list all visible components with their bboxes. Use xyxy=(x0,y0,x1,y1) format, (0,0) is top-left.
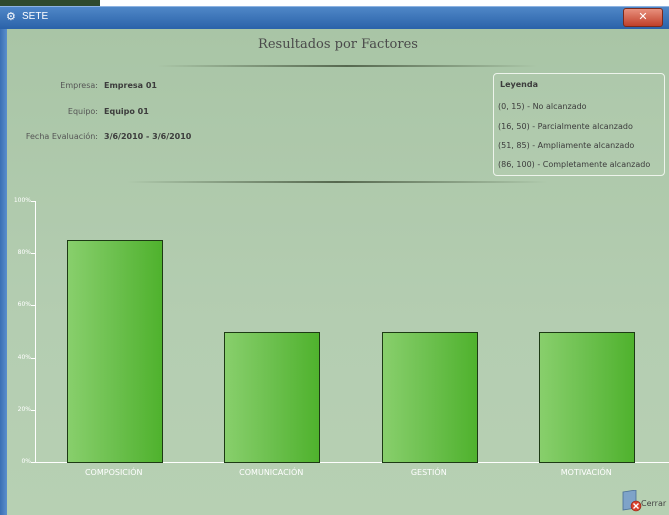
legend-title: Leyenda xyxy=(500,80,538,89)
x-category-label: COMPOSICIÓN xyxy=(84,468,143,477)
y-tick-mark xyxy=(31,462,35,463)
fecha-label: Fecha Evaluación: xyxy=(25,132,98,141)
bar-3 xyxy=(539,331,636,463)
legend-item: (51, 85) - Ampliamente alcanzado xyxy=(498,141,635,150)
equipo-value: Equipo 01 xyxy=(104,107,149,116)
y-tick-mark xyxy=(31,305,35,307)
window-title: SETE xyxy=(22,11,49,22)
bar-2 xyxy=(381,331,478,463)
y-tick-label: 20% xyxy=(17,405,31,413)
empresa-label: Empresa: xyxy=(60,81,98,90)
window-titlebar[interactable]: ⚙ SETE ✕ xyxy=(0,6,669,29)
cerrar-label: Cerrar xyxy=(641,499,667,508)
bar-1 xyxy=(224,331,321,463)
page-title: Resultados por Factores xyxy=(258,37,418,52)
legend-item: (86, 100) - Completamente alcanzado xyxy=(498,160,651,169)
close-window-icon xyxy=(622,490,642,512)
fecha-value: 3/6/2010 - 3/6/2010 xyxy=(104,132,192,141)
empresa-value: Empresa 01 xyxy=(104,81,157,90)
header-divider xyxy=(127,181,547,183)
y-tick-label: 80% xyxy=(17,249,31,257)
x-category-label: COMUNICACIÓN xyxy=(239,468,304,477)
y-tick-mark xyxy=(31,201,35,202)
app-icon: ⚙ xyxy=(6,10,16,23)
legend-item: (16, 50) - Parcialmente alcanzado xyxy=(498,122,633,131)
title-divider xyxy=(157,65,537,67)
legend-box: Leyenda (0, 15) - No alcanzado (16, 50) … xyxy=(493,73,665,176)
y-axis xyxy=(35,201,36,463)
window-content: Resultados por Factores Empresa: Empresa… xyxy=(7,29,669,515)
equipo-label: Equipo: xyxy=(67,107,98,116)
legend-item: (0, 15) - No alcanzado xyxy=(498,102,587,111)
cerrar-button[interactable]: Cerrar xyxy=(622,490,669,515)
y-tick-label: 100% xyxy=(13,197,31,204)
bar-0 xyxy=(66,240,163,463)
y-tick-mark xyxy=(31,409,35,411)
window-frame-left xyxy=(0,29,7,515)
y-tick-label: 0% xyxy=(21,458,31,465)
x-category-label: GESTIÓN xyxy=(410,468,447,477)
bar-chart: 0% 20% 40% 60% 80% 100% COMPOSICIÓN COMUNICACIÓ… xyxy=(7,191,669,491)
window-close-button[interactable]: ✕ xyxy=(623,8,663,27)
y-tick-mark xyxy=(31,253,35,255)
y-tick-mark xyxy=(31,357,35,359)
y-tick-label: 40% xyxy=(17,353,31,361)
x-category-label: MOTIVACIÓN xyxy=(560,468,612,477)
y-tick-label: 60% xyxy=(17,301,31,309)
